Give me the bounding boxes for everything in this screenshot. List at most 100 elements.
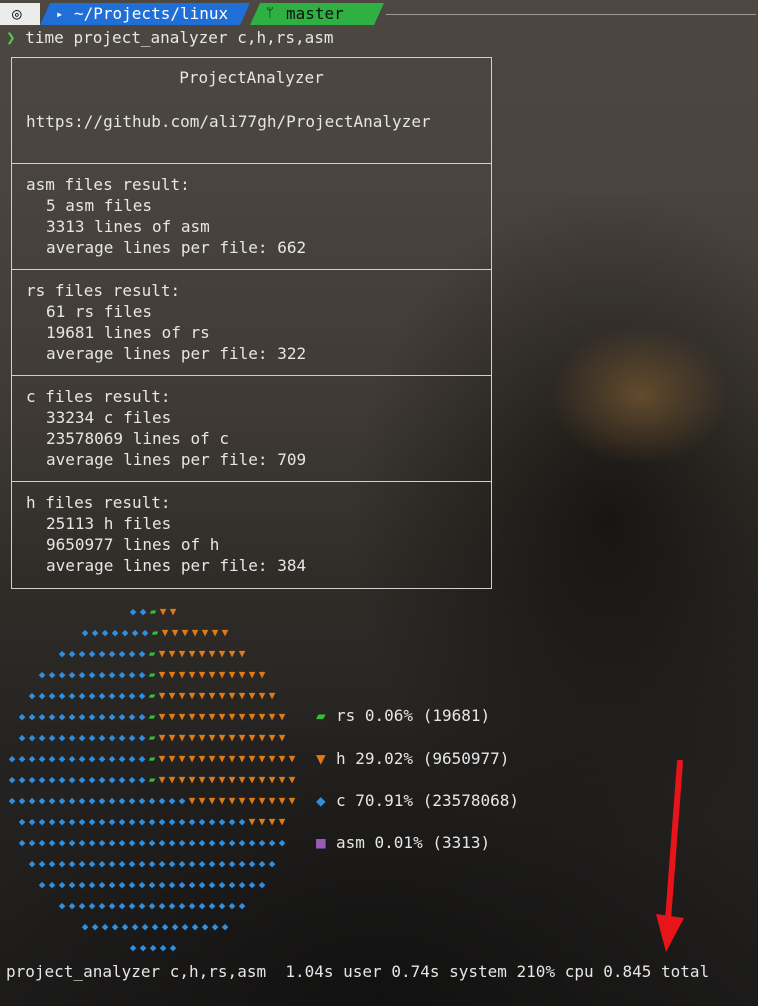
waffle-cell-h: ▼ — [258, 794, 266, 807]
waffle-cell-c: ◆ — [228, 815, 236, 828]
waffle-cell-h: ▼ — [248, 710, 256, 723]
waffle-cell-c: ◆ — [108, 836, 116, 849]
waffle-cell-c: ◆ — [159, 941, 167, 954]
waffle-cell-c: ◆ — [38, 836, 46, 849]
red-annotation-arrow-icon — [656, 760, 684, 952]
waffle-cell-h: ▼ — [268, 710, 276, 723]
waffle-cell-c: ◆ — [141, 920, 149, 933]
waffle-cell-h: ▼ — [268, 689, 276, 702]
waffle-cell-h: ▼ — [161, 626, 169, 639]
waffle-cell-c: ◆ — [139, 941, 147, 954]
waffle-cell-c: ◆ — [88, 836, 96, 849]
legend-label: h 29.02% (9650977) — [336, 749, 510, 768]
waffle-cell-c: ◆ — [28, 773, 36, 786]
waffle-cell-c: ◆ — [238, 836, 246, 849]
waffle-cell-c: ◆ — [198, 899, 206, 912]
waffle-cell-c: ◆ — [68, 773, 76, 786]
waffle-cell-h: ▼ — [168, 689, 176, 702]
waffle-cell-c: ◆ — [58, 815, 66, 828]
waffle-cell-c: ◆ — [91, 626, 99, 639]
waffle-cell-h: ▼ — [188, 752, 196, 765]
waffle-cell-c: ◆ — [148, 836, 156, 849]
waffle-cell-h: ▼ — [218, 731, 226, 744]
waffle-cell-h: ▼ — [171, 626, 179, 639]
waffle-cell-c: ◆ — [138, 668, 146, 681]
waffle-cell-c: ◆ — [88, 689, 96, 702]
waffle-cell-c: ◆ — [58, 647, 66, 660]
waffle-cell-c: ◆ — [48, 815, 56, 828]
waffle-cell-h: ▼ — [168, 731, 176, 744]
waffle-cell-c: ◆ — [68, 647, 76, 660]
waffle-cell-c: ◆ — [198, 815, 206, 828]
waffle-cell-c: ◆ — [118, 689, 126, 702]
waffle-cell-c: ◆ — [18, 815, 26, 828]
waffle-cell-c: ◆ — [129, 605, 137, 618]
waffle-cell-c: ◆ — [78, 710, 86, 723]
waffle-cell-h: ▼ — [278, 731, 286, 744]
waffle-cell-c: ◆ — [98, 773, 106, 786]
waffle-cell-c: ◆ — [238, 899, 246, 912]
waffle-cell-c: ◆ — [28, 794, 36, 807]
waffle-cell-c: ◆ — [148, 794, 156, 807]
waffle-cell-h: ▼ — [188, 710, 196, 723]
waffle-cell-c: ◆ — [58, 710, 66, 723]
waffle-cell-c: ◆ — [98, 752, 106, 765]
legend-label: c 70.91% (23578068) — [336, 791, 520, 810]
waffle-cell-h: ▼ — [238, 731, 246, 744]
waffle-cell-c: ◆ — [78, 878, 86, 891]
waffle-cell-h: ▼ — [208, 689, 216, 702]
waffle-cell-h: ▼ — [238, 773, 246, 786]
waffle-cell-h: ▼ — [248, 689, 256, 702]
waffle-cell-rs: ▰ — [148, 752, 156, 765]
waffle-cell-rs: ▰ — [149, 605, 157, 618]
waffle-cell-h: ▼ — [178, 710, 186, 723]
waffle-cell-h: ▼ — [258, 731, 266, 744]
waffle-cell-h: ▼ — [238, 752, 246, 765]
legend-label: asm 0.01% (3313) — [336, 833, 491, 852]
waffle-cell-c: ◆ — [98, 710, 106, 723]
waffle-cell-h: ▼ — [218, 689, 226, 702]
waffle-cell-c: ◆ — [108, 689, 116, 702]
waffle-cell-c: ◆ — [128, 710, 136, 723]
waffle-cell-h: ▼ — [268, 794, 276, 807]
waffle-cell-c: ◆ — [98, 668, 106, 681]
waffle-cell-c: ◆ — [58, 773, 66, 786]
waffle-cell-h: ▼ — [228, 752, 236, 765]
waffle-cell-h: ▼ — [268, 815, 276, 828]
waffle-cell-c: ◆ — [208, 836, 216, 849]
waffle-cell-c: ◆ — [138, 731, 146, 744]
waffle-cell-c: ◆ — [58, 836, 66, 849]
waffle-cell-c: ◆ — [118, 815, 126, 828]
waffle-cell-h: ▼ — [221, 626, 229, 639]
waffle-cell-h: ▼ — [188, 647, 196, 660]
waffle-cell-c: ◆ — [138, 773, 146, 786]
waffle-cell-c: ◆ — [98, 836, 106, 849]
waffle-cell-c: ◆ — [108, 878, 116, 891]
waffle-cell-c: ◆ — [221, 920, 229, 933]
waffle-cell-c: ◆ — [18, 752, 26, 765]
waffle-cell-c: ◆ — [18, 773, 26, 786]
waffle-cell-c: ◆ — [118, 857, 126, 870]
waffle-cell-c: ◆ — [28, 710, 36, 723]
waffle-cell-h: ▼ — [198, 752, 206, 765]
waffle-cell-h: ▼ — [218, 794, 226, 807]
waffle-cell-h: ▼ — [288, 752, 296, 765]
waffle-cell-c: ◆ — [58, 878, 66, 891]
waffle-cell-c: ◆ — [88, 752, 96, 765]
waffle-cell-c: ◆ — [48, 668, 56, 681]
waffle-cell-c: ◆ — [78, 836, 86, 849]
waffle-cell-h: ▼ — [228, 689, 236, 702]
waffle-cell-c: ◆ — [258, 857, 266, 870]
waffle-cell-h: ▼ — [258, 773, 266, 786]
waffle-cell-h: ▼ — [198, 647, 206, 660]
waffle-cell-h: ▼ — [218, 752, 226, 765]
h-legend-icon: ▼ — [316, 749, 326, 768]
legend-item-h: ▼ h 29.02% (9650977) — [316, 749, 509, 768]
waffle-cell-h: ▼ — [278, 794, 286, 807]
waffle-cell-c: ◆ — [108, 773, 116, 786]
waffle-cell-h: ▼ — [218, 710, 226, 723]
waffle-cell-h: ▼ — [168, 647, 176, 660]
waffle-cell-c: ◆ — [128, 668, 136, 681]
waffle-cell-c: ◆ — [118, 710, 126, 723]
waffle-cell-c: ◆ — [131, 626, 139, 639]
